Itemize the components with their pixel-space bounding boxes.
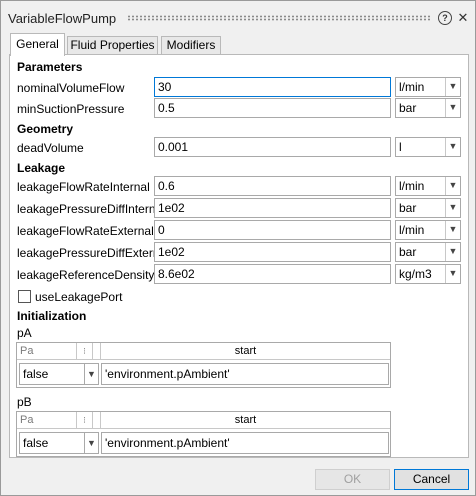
leakage-reference-density-input[interactable]: 8.6e02 xyxy=(154,264,391,284)
window-title: VariableFlowPump xyxy=(8,11,117,26)
fixed-select[interactable]: false xyxy=(19,432,85,454)
section-leakage: Leakage xyxy=(17,161,66,175)
unit-select[interactable]: kg/m3 ▼ xyxy=(395,264,461,284)
unit-select[interactable]: l/min ▼ xyxy=(395,176,461,196)
chevron-down-icon[interactable]: ▼ xyxy=(85,363,99,385)
chevron-down-icon[interactable]: ▼ xyxy=(445,138,460,156)
section-initialization: Initialization xyxy=(17,309,87,323)
init-grid-pb: Pa ⁝ start false ▼ 'environment.pAmbient… xyxy=(16,411,391,457)
chevron-down-icon[interactable]: ▼ xyxy=(445,243,460,261)
section-geometry: Geometry xyxy=(17,122,74,136)
unit-select[interactable]: l/min ▼ xyxy=(395,77,461,97)
param-label: minSuctionPressure xyxy=(17,102,125,116)
param-label: leakageFlowRateExternal xyxy=(17,224,154,238)
start-expression-input[interactable]: 'environment.pAmbient' xyxy=(101,363,389,385)
unit-value: bar xyxy=(399,201,417,215)
unit-value: l xyxy=(399,140,402,154)
unit-value: bar xyxy=(399,101,417,115)
chevron-down-icon[interactable]: ▼ xyxy=(445,177,460,195)
use-leakage-port-checkbox[interactable] xyxy=(18,290,31,303)
param-label: leakageReferenceDensity xyxy=(17,268,155,282)
leakage-flow-rate-internal-input[interactable]: 0.6 xyxy=(154,176,391,196)
nominal-volume-flow-input[interactable]: 30 xyxy=(154,77,391,97)
leakage-flow-rate-external-input[interactable]: 0 xyxy=(154,220,391,240)
header-blank xyxy=(93,412,101,429)
tab-modifiers[interactable]: Modifiers xyxy=(161,36,221,55)
param-label: leakagePressureDiffInternal xyxy=(17,202,165,216)
leakage-pressure-diff-internal-input[interactable]: 1e02 xyxy=(154,198,391,218)
start-header: start xyxy=(101,343,390,360)
tab-general[interactable]: General xyxy=(10,33,65,56)
cancel-button[interactable]: Cancel xyxy=(394,469,469,490)
unit-value: l/min xyxy=(399,179,425,193)
param-label: deadVolume xyxy=(17,141,84,155)
unit-value: l/min xyxy=(399,80,425,94)
unit-select[interactable]: bar ▼ xyxy=(395,242,461,262)
dialog-window: VariableFlowPump ? ✕ General Fluid Prope… xyxy=(0,0,476,496)
init-label-pb: pB xyxy=(17,395,32,409)
param-label: leakageFlowRateInternal xyxy=(17,180,150,194)
unit-header: Pa xyxy=(17,412,77,429)
init-label-pa: pA xyxy=(17,326,32,340)
chevron-down-icon[interactable]: ▼ xyxy=(445,199,460,217)
chevron-down-icon[interactable]: ▼ xyxy=(85,432,99,454)
unit-select[interactable]: bar ▼ xyxy=(395,98,461,118)
min-suction-pressure-input[interactable]: 0.5 xyxy=(154,98,391,118)
tab-fluid-properties[interactable]: Fluid Properties xyxy=(67,36,158,55)
leakage-pressure-diff-external-input[interactable]: 1e02 xyxy=(154,242,391,262)
help-icon[interactable]: ? xyxy=(438,11,452,25)
unit-value: kg/m3 xyxy=(399,267,432,281)
ok-button[interactable]: OK xyxy=(315,469,390,490)
drag-grip[interactable] xyxy=(127,15,431,21)
chevron-down-icon[interactable]: ▼ xyxy=(445,221,460,239)
unit-header: Pa xyxy=(17,343,77,360)
use-leakage-port-label: useLeakagePort xyxy=(35,290,123,304)
chevron-down-icon[interactable]: ▼ xyxy=(445,99,460,117)
unit-select[interactable]: bar ▼ xyxy=(395,198,461,218)
title-bar[interactable]: VariableFlowPump ? ✕ xyxy=(1,1,475,31)
dead-volume-input[interactable]: 0.001 xyxy=(154,137,391,157)
unit-select[interactable]: l/min ▼ xyxy=(395,220,461,240)
fixed-select[interactable]: false xyxy=(19,363,85,385)
header-spin-icon: ⁝ xyxy=(77,343,93,360)
unit-select[interactable]: l ▼ xyxy=(395,137,461,157)
header-spin-icon: ⁝ xyxy=(77,412,93,429)
param-label: leakagePressureDiffExternal xyxy=(17,246,169,260)
unit-value: l/min xyxy=(399,223,425,237)
init-grid-pa: Pa ⁝ start false ▼ 'environment.pAmbient… xyxy=(16,342,391,388)
param-label: nominalVolumeFlow xyxy=(17,81,125,95)
start-header: start xyxy=(101,412,390,429)
section-parameters: Parameters xyxy=(17,60,83,74)
chevron-down-icon[interactable]: ▼ xyxy=(445,265,460,283)
unit-value: bar xyxy=(399,245,417,259)
close-icon[interactable]: ✕ xyxy=(456,11,470,25)
chevron-down-icon[interactable]: ▼ xyxy=(445,78,460,96)
header-blank xyxy=(93,343,101,360)
start-expression-input[interactable]: 'environment.pAmbient' xyxy=(101,432,389,454)
